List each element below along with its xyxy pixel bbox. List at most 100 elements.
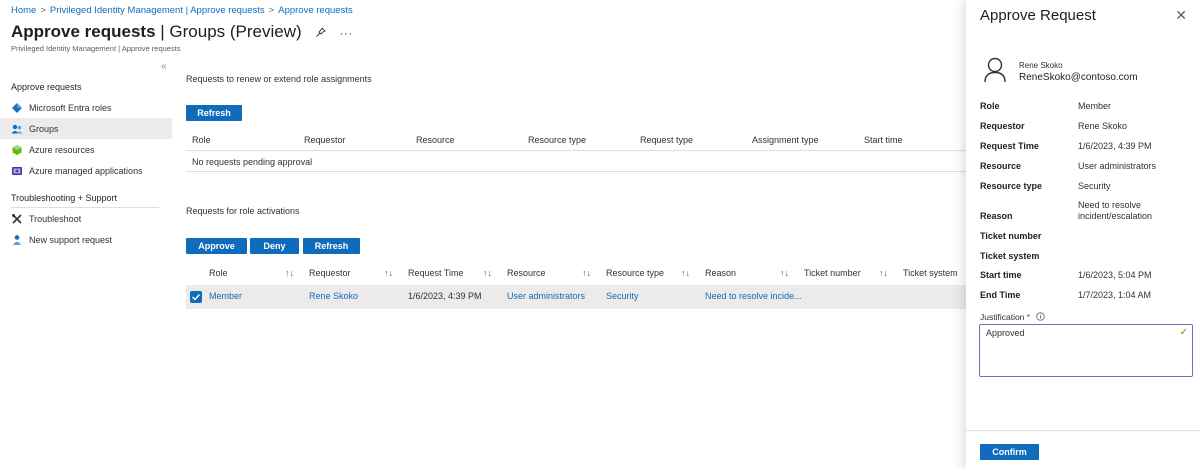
column-header-request-time[interactable]: Request Time (408, 268, 464, 278)
sort-icon[interactable]: ↑↓ (681, 268, 690, 278)
sidebar-heading-approve-requests: Approve requests (11, 82, 82, 92)
justification-label: Justification * (980, 312, 1046, 322)
renew-section-label: Requests to renew or extend role assignm… (186, 74, 372, 84)
page-title-rest: | Groups (Preview) (160, 22, 302, 41)
field-label-end-time: End Time (980, 290, 1021, 300)
column-header-ticket-system[interactable]: Ticket system (903, 268, 958, 278)
field-label-request-time: Request Time (980, 141, 1039, 151)
field-label-resource: Resource (980, 161, 1022, 171)
breadcrumb-pim-approve[interactable]: Privileged Identity Management | Approve… (50, 5, 265, 16)
sort-icon[interactable]: ↑↓ (780, 268, 789, 278)
column-header-start-time[interactable]: Start time (864, 135, 903, 145)
justification-textarea[interactable]: Approved ✓ (979, 324, 1193, 377)
page-subtitle: Privileged Identity Management | Approve… (11, 44, 181, 53)
sidebar-item-azure-resources[interactable]: Azure resources (0, 139, 172, 160)
column-header-role[interactable]: Role (192, 135, 211, 145)
sidebar-item-entra-roles[interactable]: Microsoft Entra roles (0, 97, 172, 118)
table-divider (186, 150, 966, 151)
user-avatar-icon (984, 57, 1006, 85)
field-value-reason: Need to resolve incident/escalation (1078, 200, 1152, 222)
column-header-resource[interactable]: Resource (416, 135, 455, 145)
field-value-start-time: 1/6/2023, 5:04 PM (1078, 270, 1152, 280)
sidebar-item-label: Groups (29, 123, 59, 134)
breadcrumb-home[interactable]: Home (11, 5, 36, 16)
table-row[interactable]: Member Rene Skoko 1/6/2023, 4:39 PM User… (186, 285, 966, 309)
sidebar-item-groups[interactable]: Groups (0, 118, 172, 139)
sort-icon[interactable]: ↑↓ (582, 268, 591, 278)
renew-refresh-button[interactable]: Refresh (186, 105, 242, 121)
user-email: ReneSkoko@contoso.com (1019, 72, 1138, 83)
row-reason-link[interactable]: Need to resolve incide... (705, 291, 802, 301)
sidebar-item-label: Microsoft Entra roles (29, 102, 112, 113)
column-header-assignment-type[interactable]: Assignment type (752, 135, 819, 145)
justification-label-text: Justification (980, 312, 1025, 322)
column-header-ticket-number[interactable]: Ticket number (804, 268, 861, 278)
entra-roles-icon (11, 102, 23, 114)
column-header-requestor[interactable]: Requestor (309, 268, 351, 278)
justification-value: Approved (986, 328, 1025, 338)
user-name: Rene Skoko (1019, 61, 1063, 70)
required-asterisk: * (1026, 312, 1031, 322)
close-icon[interactable]: ✕ (1175, 7, 1187, 24)
panel-footer-divider (966, 430, 1200, 431)
field-value-resource: User administrators (1078, 161, 1157, 171)
sidebar-item-managed-applications[interactable]: Azure managed applications (0, 160, 172, 181)
row-checkbox[interactable] (190, 291, 202, 303)
breadcrumb-separator: > (268, 5, 275, 16)
panel-title: Approve Request (980, 7, 1096, 24)
managed-apps-icon (11, 165, 23, 177)
field-value-requestor: Rene Skoko (1078, 121, 1128, 131)
field-value-resource-type: Security (1078, 181, 1111, 191)
field-label-requestor: Requestor (980, 121, 1025, 131)
checkmark-icon: ✓ (1179, 327, 1188, 338)
column-header-resource[interactable]: Resource (507, 268, 546, 278)
breadcrumb-separator: > (40, 5, 46, 16)
column-header-role[interactable]: Role (209, 268, 228, 278)
column-header-resource-type[interactable]: Resource type (528, 135, 586, 145)
sidebar-item-new-support-request[interactable]: New support request (0, 229, 172, 250)
support-request-icon (11, 234, 23, 246)
row-resource-type-link[interactable]: Security (606, 291, 639, 301)
table-divider (186, 171, 966, 172)
reason-line-1: Need to resolve (1078, 200, 1142, 210)
deny-button[interactable]: Deny (250, 238, 299, 254)
collapse-sidebar-icon[interactable]: « (161, 61, 167, 72)
sort-icon[interactable]: ↑↓ (879, 268, 888, 278)
sort-icon[interactable]: ↑↓ (384, 268, 393, 278)
sidebar-item-label: Troubleshoot (29, 213, 82, 224)
reason-line-2: incident/escalation (1078, 211, 1153, 221)
approve-button[interactable]: Approve (186, 238, 247, 254)
breadcrumb-approve-requests[interactable]: Approve requests (278, 5, 352, 16)
column-header-requestor[interactable]: Requestor (304, 135, 346, 145)
ellipsis-icon[interactable]: ··· (339, 28, 353, 40)
azure-resources-icon (11, 144, 23, 156)
field-label-ticket-system: Ticket system (980, 251, 1040, 261)
page-title-bold: Approve requests (11, 22, 156, 41)
activations-refresh-button[interactable]: Refresh (303, 238, 360, 254)
sort-icon[interactable]: ↑↓ (285, 268, 294, 278)
approve-request-panel: Approve Request ✕ Rene Skoko ReneSkoko@c… (966, 0, 1200, 469)
empty-state-text: No requests pending approval (192, 157, 313, 167)
field-value-role: Member (1078, 101, 1112, 111)
sidebar-item-label: Azure resources (29, 144, 95, 155)
breadcrumb: Home > Privileged Identity Management | Ap… (11, 5, 353, 16)
row-request-time: 1/6/2023, 4:39 PM (408, 291, 482, 301)
field-value-end-time: 1/7/2023, 1:04 AM (1078, 290, 1152, 300)
groups-icon (11, 123, 23, 135)
sidebar-heading-troubleshooting: Troubleshooting + Support (11, 193, 117, 203)
sort-icon[interactable]: ↑↓ (483, 268, 492, 278)
row-requestor-link[interactable]: Rene Skoko (309, 291, 358, 301)
row-resource-link[interactable]: User administrators (507, 291, 585, 301)
column-header-resource-type[interactable]: Resource type (606, 268, 664, 278)
page-title: Approve requests | Groups (Preview) ··· (11, 22, 353, 42)
column-header-request-type[interactable]: Request type (640, 135, 693, 145)
field-value-request-time: 1/6/2023, 4:39 PM (1078, 141, 1152, 151)
pin-icon[interactable] (316, 27, 329, 40)
confirm-button[interactable]: Confirm (980, 444, 1039, 460)
row-role-link[interactable]: Member (209, 291, 242, 301)
sidebar-item-label: New support request (29, 234, 113, 245)
sidebar-item-troubleshoot[interactable]: Troubleshoot (0, 208, 172, 229)
column-header-reason[interactable]: Reason (705, 268, 736, 278)
field-label-role: Role (980, 101, 1000, 111)
info-icon[interactable] (1036, 312, 1046, 322)
